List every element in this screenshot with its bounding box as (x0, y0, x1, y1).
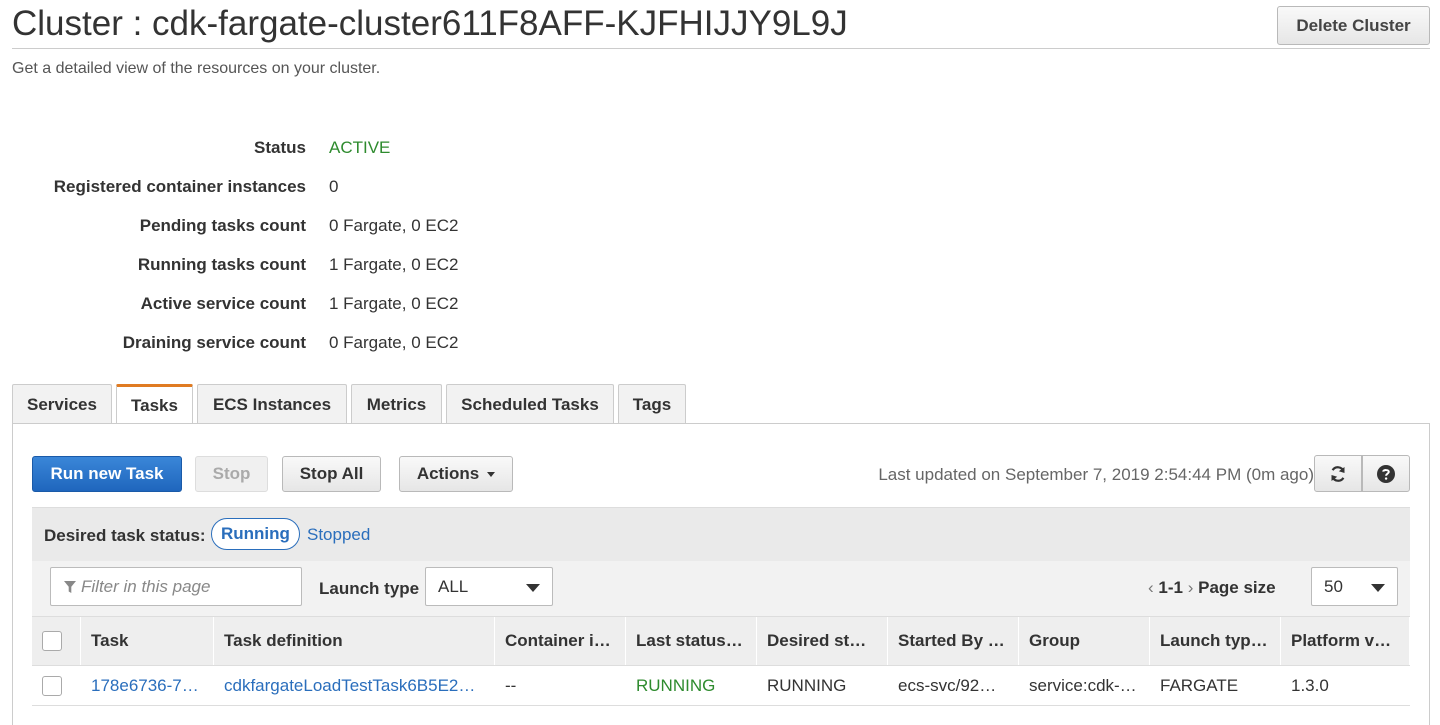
help-button[interactable] (1362, 455, 1410, 492)
launch-type-select[interactable]: ALL (425, 567, 553, 606)
desired-status-cell: RUNNING (767, 675, 847, 695)
row-select-cell (32, 666, 81, 705)
filter-placeholder: Filter in this page (81, 576, 211, 596)
started-by-cell: ecs-svc/92… (898, 675, 997, 695)
status-running-pill[interactable]: Running (211, 518, 300, 550)
detail-label: Running tasks count (137, 255, 306, 274)
select-all-checkbox[interactable] (42, 631, 62, 651)
filter-bar: Filter in this page Launch type ALL ‹ 1-… (32, 561, 1410, 616)
task-id-cell: 178e6736-7… (81, 666, 214, 705)
task-definition-cell: cdkfargateLoadTestTask6B5E2… (214, 666, 495, 705)
stop-button[interactable]: Stop (195, 456, 268, 492)
desired-status-label: Desired task status: (44, 526, 206, 545)
tab-services[interactable]: Services (12, 384, 112, 424)
chevron-down-icon (1371, 584, 1385, 592)
filter-input[interactable]: Filter in this page (50, 567, 302, 606)
next-page-icon[interactable]: › (1188, 578, 1194, 597)
desired-status-bar: Desired task status: Running Stopped (32, 507, 1410, 561)
column-header-platform-version[interactable]: Platform v… (1281, 617, 1410, 665)
column-header-group[interactable]: Group (1019, 617, 1150, 665)
page-title: Cluster : cdk-fargate-cluster611F8AFF-KJ… (12, 4, 848, 43)
column-header-container-instance[interactable]: Container i… (495, 617, 626, 665)
column-header-launch-type[interactable]: Launch typ… (1150, 617, 1281, 665)
actions-label: Actions (416, 464, 480, 483)
last-status-cell: RUNNING (636, 675, 716, 695)
tab-tags[interactable]: Tags (618, 384, 686, 424)
refresh-icon (1331, 465, 1345, 482)
column-header-task[interactable]: Task (81, 617, 214, 665)
page-range: 1-1 (1158, 578, 1183, 597)
pagination: ‹ 1-1 › Page size (1148, 578, 1276, 598)
select-all-cell (32, 617, 81, 665)
launch-type-cell: FARGATE (1160, 675, 1239, 695)
prev-page-icon[interactable]: ‹ (1148, 578, 1154, 597)
platform-version-cell: 1.3.0 (1291, 675, 1329, 695)
tab-bar: Services Tasks ECS Instances Metrics Sch… (12, 384, 690, 425)
group-cell: service:cdk-… (1029, 675, 1137, 695)
column-header-started-by[interactable]: Started By … (888, 617, 1019, 665)
column-header-last-status[interactable]: Last status… (626, 617, 757, 665)
detail-value: 0 Fargate, 0 EC2 (329, 216, 459, 235)
launch-type-label: Launch type (319, 579, 420, 598)
detail-value: 0 Fargate, 0 EC2 (329, 333, 459, 352)
detail-value: 0 (329, 177, 339, 196)
run-new-task-button[interactable]: Run new Task (32, 456, 182, 492)
detail-label: Registered container instances (53, 177, 306, 196)
task-definition-link[interactable]: cdkfargateLoadTestTask6B5E2… (224, 676, 475, 696)
detail-value: 1 Fargate, 0 EC2 (329, 255, 459, 274)
launch-type-value: ALL (438, 576, 469, 596)
page-size-value: 50 (1324, 576, 1343, 596)
refresh-button[interactable] (1314, 455, 1362, 492)
last-updated-text: Last updated on September 7, 2019 2:54:4… (878, 465, 1314, 484)
table-header: Task Task definition Container i… Last s… (32, 616, 1410, 666)
column-header-desired-status[interactable]: Desired st… (757, 617, 888, 665)
actions-dropdown[interactable]: Actions (399, 456, 513, 492)
delete-cluster-button[interactable]: Delete Cluster (1277, 6, 1430, 45)
tab-tasks[interactable]: Tasks (116, 384, 193, 425)
status-stopped-link[interactable]: Stopped (307, 525, 370, 545)
filter-icon (63, 580, 77, 594)
stop-all-button[interactable]: Stop All (282, 456, 381, 492)
container-instance-cell: -- (505, 675, 517, 695)
page-size-select[interactable]: 50 (1311, 567, 1398, 606)
status-value: ACTIVE (329, 138, 391, 157)
tab-ecs-instances[interactable]: ECS Instances (197, 384, 347, 424)
task-id-link[interactable]: 178e6736-7… (91, 676, 199, 696)
detail-label: Status (254, 138, 306, 157)
detail-label: Active service count (140, 294, 306, 313)
row-checkbox[interactable] (42, 675, 62, 696)
detail-label: Draining service count (122, 333, 306, 352)
column-header-task-definition[interactable]: Task definition (214, 617, 495, 665)
page-size-label: Page size (1198, 578, 1276, 597)
tab-scheduled-tasks[interactable]: Scheduled Tasks (446, 384, 614, 424)
detail-label: Pending tasks count (139, 216, 306, 235)
detail-value: 1 Fargate, 0 EC2 (329, 294, 459, 313)
page-subtitle: Get a detailed view of the resources on … (12, 60, 381, 77)
caret-down-icon (487, 471, 496, 477)
tab-metrics[interactable]: Metrics (351, 384, 442, 424)
table-row[interactable]: 178e6736-7… cdkfargateLoadTestTask6B5E2…… (32, 666, 1410, 706)
title-divider (12, 48, 1430, 49)
chevron-down-icon (526, 584, 540, 592)
help-icon (1377, 464, 1395, 483)
